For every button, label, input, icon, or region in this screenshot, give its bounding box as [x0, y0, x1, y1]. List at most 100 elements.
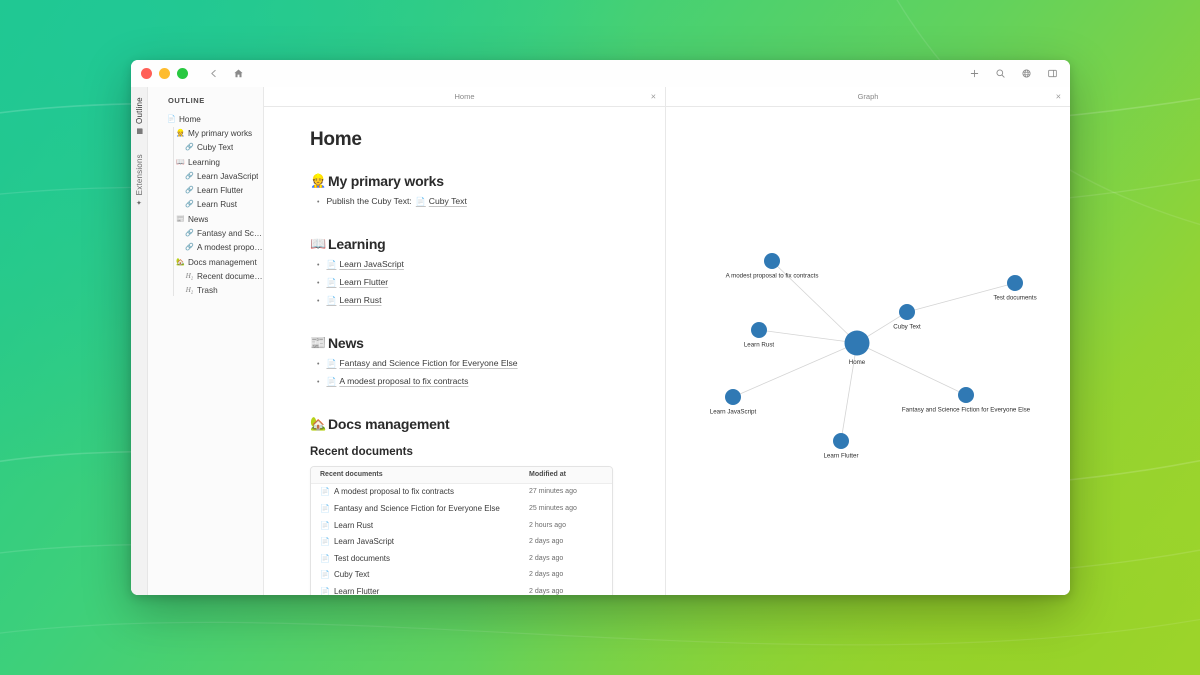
table-cell-modified: 2 days ago	[529, 588, 603, 595]
sidebar-item-label: A modest proposal …	[197, 243, 263, 252]
table-row[interactable]: 📄Test documents2 days ago	[311, 550, 612, 567]
link-icon: 🔗	[185, 201, 194, 208]
section-emoji-icon: 📖	[310, 236, 326, 252]
rail-tab-extensions-label: Extensions	[135, 154, 144, 195]
graph-node-home[interactable]	[845, 331, 870, 356]
sidebar-item-recent-documents[interactable]: H₂Recent documents	[148, 269, 263, 283]
sidebar-item-trash[interactable]: H₂Trash	[148, 284, 263, 298]
editor-panes: Home × Home 👷My primary works•Publish th…	[264, 87, 1070, 595]
table-row[interactable]: 📄Learn JavaScript2 days ago	[311, 533, 612, 550]
graph-node-cuby[interactable]	[899, 304, 915, 320]
house-emoji: 🏡	[176, 259, 185, 266]
graph-node-flutter[interactable]	[833, 433, 849, 449]
bullet-dot-icon: •	[317, 199, 319, 206]
graph-node-label: Test documents	[993, 295, 1036, 302]
close-icon[interactable]: ×	[1056, 92, 1061, 101]
table-cell-name-label: Learn Rust	[334, 521, 373, 530]
rail-tab-extensions[interactable]: ✦ Extensions	[134, 150, 145, 211]
sidebar-item-news[interactable]: 📰News	[148, 212, 263, 226]
table-cell-name: 📄Cuby Text	[320, 570, 529, 579]
bullet-dot-icon: •	[317, 298, 319, 305]
list-item: • 📄Fantasy and Science Fiction for Everyo…	[310, 358, 635, 376]
section-heading-text: Docs management	[328, 416, 449, 432]
graph-node-test[interactable]	[1007, 275, 1023, 291]
sidebar-item-label: Learning	[188, 158, 220, 167]
document-link[interactable]: 📄Learn JavaScript	[326, 259, 403, 269]
sidebar-item-learning[interactable]: 📖Learning	[148, 155, 263, 169]
table-row[interactable]: 📄Learn Flutter2 days ago	[311, 583, 612, 595]
globe-icon[interactable]	[1021, 68, 1032, 79]
sidebar-item-learn-flutter[interactable]: 🔗Learn Flutter	[148, 183, 263, 197]
close-window-button[interactable]	[141, 68, 152, 79]
table-row[interactable]: 📄Fantasy and Science Fiction for Everyon…	[311, 500, 612, 517]
sidebar-item-label: Learn Flutter	[197, 186, 243, 195]
sidebar-item-cuby-text[interactable]: 🔗Cuby Text	[148, 141, 263, 155]
table-cell-name: 📄Learn Rust	[320, 521, 529, 530]
document-link[interactable]: 📄A modest proposal to fix contracts	[326, 376, 468, 386]
sidebar-item-label: Trash	[197, 286, 218, 295]
sidebar-item-learn-javascript[interactable]: 🔗Learn JavaScript	[148, 169, 263, 183]
document-link[interactable]: 📄Fantasy and Science Fiction for Everyon…	[326, 358, 517, 368]
bullet-dot-icon: •	[317, 361, 319, 368]
maximize-window-button[interactable]	[177, 68, 188, 79]
graph-node-fantasy[interactable]	[958, 387, 974, 403]
graph-canvas[interactable]: HomeA modest proposal to fix contractsLe…	[666, 107, 1070, 595]
sidebar-item-label: My primary works	[188, 129, 252, 138]
table-cell-modified: 2 days ago	[529, 538, 603, 545]
document-link[interactable]: 📄Cuby Text	[416, 196, 467, 206]
table-cell-name-label: A modest proposal to fix contracts	[334, 487, 454, 496]
list-item: •📄Learn Flutter	[310, 277, 635, 295]
sidebar-item-label: Learn JavaScript	[197, 172, 258, 181]
table-cell-modified: 2 days ago	[529, 571, 603, 578]
graph-node-label: Home	[849, 359, 866, 366]
file-icon: 📄	[416, 197, 426, 206]
outline-tree: 📄Home👷My primary works🔗Cuby Text📖Learnin…	[148, 112, 263, 298]
home-icon[interactable]	[233, 68, 244, 79]
construction-worker-emoji: 👷	[176, 130, 185, 137]
table-cell-modified: 27 minutes ago	[529, 488, 603, 495]
sidebar-item-fantasy-and-scienc[interactable]: 🔗Fantasy and Scienc…	[148, 226, 263, 240]
graph-node-label: Learn Rust	[744, 342, 775, 349]
file-icon: 📄	[320, 554, 330, 563]
sidebar-item-my-primary-works[interactable]: 👷My primary works	[148, 126, 263, 140]
list-item: •📄Learn JavaScript	[310, 259, 635, 277]
document-pane: Home × Home 👷My primary works•Publish th…	[264, 87, 666, 595]
app-window: ▦ Outline ✦ Extensions OUTLINE 📄Home👷My …	[131, 60, 1070, 595]
table-cell-name: 📄Learn Flutter	[320, 587, 529, 595]
close-icon[interactable]: ×	[651, 92, 656, 101]
list-item-content: 📄Learn Flutter	[326, 277, 388, 287]
plus-icon[interactable]	[969, 68, 980, 79]
sidebar-item-home[interactable]: 📄Home	[148, 112, 263, 126]
section-emoji-icon: 📰	[310, 335, 326, 351]
outline-icon: ▦	[135, 128, 143, 135]
table-row[interactable]: 📄Cuby Text2 days ago	[311, 567, 612, 584]
sidebar-item-label: Cuby Text	[197, 143, 233, 152]
section-heading-news: 📰News	[310, 335, 635, 351]
document-link-label: Fantasy and Science Fiction for Everyone…	[339, 358, 517, 368]
minimize-window-button[interactable]	[159, 68, 170, 79]
file-icon: 📄	[326, 359, 336, 368]
graph-node-rust[interactable]	[751, 322, 767, 338]
back-arrow-icon[interactable]	[208, 68, 219, 79]
graph-node-js[interactable]	[725, 389, 741, 405]
table-cell-name: 📄A modest proposal to fix contracts	[320, 487, 529, 496]
graph-edge	[733, 343, 857, 397]
document-link[interactable]: 📄Learn Flutter	[326, 277, 388, 287]
search-icon[interactable]	[995, 68, 1006, 79]
document-link-label: Cuby Text	[429, 196, 467, 206]
list-item: • 📄Learn Rust	[310, 295, 635, 313]
graph-node-modest[interactable]	[764, 253, 780, 269]
table-row[interactable]: 📄A modest proposal to fix contracts27 mi…	[311, 484, 612, 501]
document-link-label: Learn Flutter	[339, 277, 388, 287]
panel-layout-icon[interactable]	[1047, 68, 1058, 79]
tab-home[interactable]: Home ×	[264, 87, 665, 107]
document-link[interactable]: 📄Learn Rust	[326, 295, 381, 305]
table-row[interactable]: 📄Learn Rust2 hours ago	[311, 517, 612, 534]
graph-svg: HomeA modest proposal to fix contractsLe…	[666, 107, 1070, 595]
graph-edge	[841, 343, 857, 441]
sidebar-item-learn-rust[interactable]: 🔗Learn Rust	[148, 198, 263, 212]
sidebar-item-a-modest-proposal[interactable]: 🔗A modest proposal …	[148, 241, 263, 255]
rail-tab-outline[interactable]: ▦ Outline	[134, 93, 145, 140]
sidebar-item-docs-management[interactable]: 🏡Docs management	[148, 255, 263, 269]
tab-graph[interactable]: Graph ×	[666, 87, 1070, 107]
